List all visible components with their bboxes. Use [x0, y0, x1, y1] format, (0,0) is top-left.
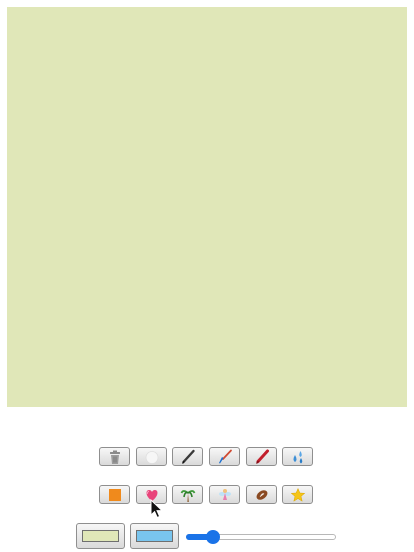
slider-thumb[interactable]	[206, 530, 220, 544]
trash-icon	[109, 450, 120, 464]
eraser-icon	[145, 450, 158, 464]
trash-button[interactable]	[99, 447, 130, 466]
marker-icon	[255, 449, 269, 464]
star-stamp-button[interactable]	[282, 485, 313, 504]
foreground-color-swatch	[136, 530, 173, 542]
star-icon	[290, 487, 305, 502]
marker-button[interactable]	[246, 447, 277, 466]
fairy-stamp-button[interactable]	[209, 485, 240, 504]
football-icon	[256, 489, 267, 500]
fairy-icon	[218, 488, 231, 500]
orange-square-icon	[108, 488, 121, 501]
background-color-swatch	[82, 530, 119, 542]
football-stamp-button[interactable]	[246, 485, 277, 504]
brush-button[interactable]	[209, 447, 240, 466]
palm-stamp-button[interactable]	[172, 485, 203, 504]
square-stamp-button[interactable]	[99, 485, 130, 504]
pencil-button[interactable]	[172, 447, 203, 466]
foreground-color-button[interactable]	[130, 523, 179, 549]
water-drops-icon	[293, 450, 302, 463]
drawing-canvas[interactable]	[7, 7, 407, 407]
paintbrush-icon	[218, 449, 232, 463]
heart-stamp-button[interactable]	[136, 485, 167, 504]
heart-icon	[146, 489, 157, 501]
palm-tree-icon	[180, 489, 195, 502]
spray-button[interactable]	[282, 447, 313, 466]
background-color-button[interactable]	[76, 523, 125, 549]
pencil-icon	[181, 449, 195, 464]
eraser-button[interactable]	[136, 447, 167, 466]
brush-size-slider[interactable]	[186, 530, 336, 544]
